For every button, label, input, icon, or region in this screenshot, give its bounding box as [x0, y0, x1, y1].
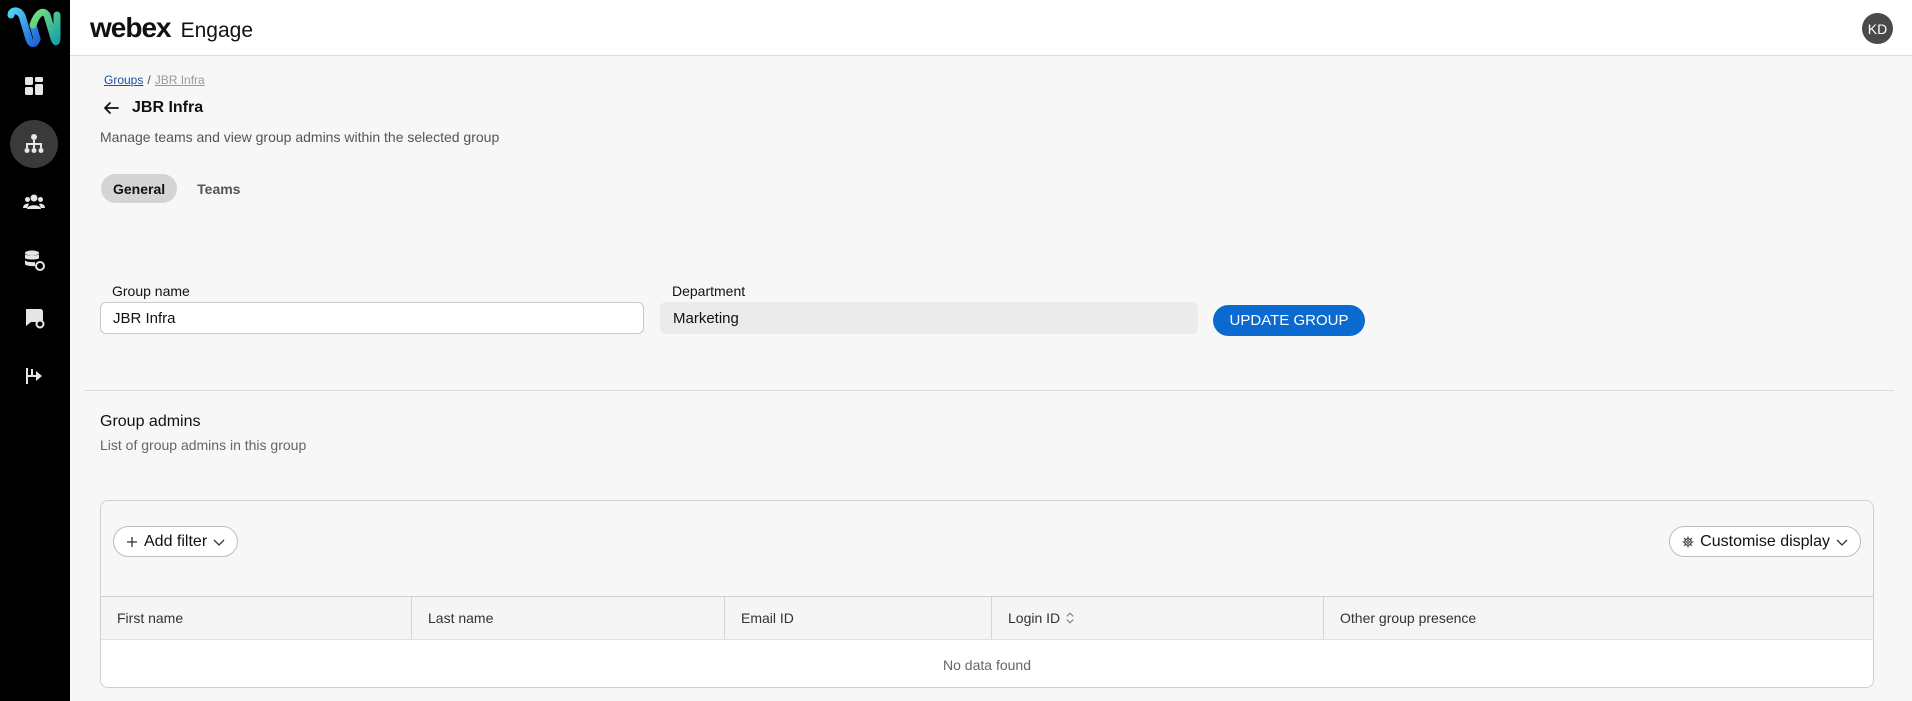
group-name-field[interactable]: JBR Infra	[100, 302, 644, 334]
column-last-name[interactable]: Last name	[412, 597, 725, 639]
empty-state-row: No data found	[101, 640, 1873, 687]
sort-icon[interactable]	[1066, 612, 1074, 624]
group-admins-table: Add filter Customise display First name …	[100, 500, 1874, 688]
groups-hierarchy-icon	[24, 134, 44, 153]
breadcrumb: Groups / JBR Infra	[104, 73, 205, 87]
column-label: Last name	[428, 610, 494, 626]
update-group-button[interactable]: UPDATE GROUP	[1213, 305, 1365, 336]
chevron-down-icon	[1836, 539, 1848, 546]
page-title: JBR Infra	[132, 99, 204, 116]
main-content: Groups / JBR Infra JBR Infra Manage teams …	[70, 57, 1912, 701]
page-subtitle: Manage teams and view group admins withi…	[100, 129, 500, 145]
rail-users[interactable]	[10, 178, 58, 226]
column-label: Login ID	[1008, 610, 1061, 626]
rail-routing[interactable]	[10, 352, 58, 400]
webex-logo-icon[interactable]	[7, 5, 61, 49]
department-field: Marketing	[660, 302, 1198, 334]
breadcrumb-current[interactable]: JBR Infra	[155, 73, 205, 87]
users-icon	[23, 194, 45, 209]
user-avatar[interactable]: KD	[1862, 13, 1893, 44]
column-label: First name	[117, 610, 184, 626]
column-label: Other group presence	[1340, 610, 1477, 626]
column-email-id[interactable]: Email ID	[725, 597, 992, 639]
tab-bar: General Teams	[101, 174, 252, 203]
breadcrumb-groups-link[interactable]: Groups	[104, 73, 143, 87]
section-divider	[84, 390, 1894, 391]
rail-data[interactable]	[10, 236, 58, 284]
customise-display-label: Customise display	[1700, 532, 1830, 550]
table-header: First name Last name Email ID Login ID O…	[101, 596, 1873, 640]
gear-icon	[1682, 536, 1694, 547]
brand: webex Engage	[90, 12, 253, 44]
rail-chat[interactable]	[10, 294, 58, 342]
routing-icon	[26, 368, 42, 384]
add-filter-label: Add filter	[144, 532, 208, 550]
add-filter-button[interactable]: Add filter	[113, 526, 239, 557]
back-arrow-icon[interactable]	[100, 97, 122, 119]
rail-groups[interactable]	[10, 120, 58, 168]
product-name: Engage	[180, 19, 254, 42]
dashboard-icon	[25, 77, 43, 95]
column-other-group-presence[interactable]: Other group presence	[1324, 597, 1873, 639]
column-login-id[interactable]: Login ID	[992, 597, 1324, 639]
group-admins-subtitle: List of group admins in this group	[100, 437, 307, 453]
plus-icon	[127, 536, 137, 547]
chat-settings-icon	[26, 309, 45, 329]
tab-teams[interactable]: Teams	[185, 174, 252, 203]
breadcrumb-separator: /	[147, 73, 151, 87]
top-header: webex Engage KD	[70, 0, 1912, 56]
tab-general[interactable]: General	[101, 174, 178, 203]
chevron-down-icon	[213, 539, 225, 546]
page-title-row: JBR Infra	[100, 97, 203, 119]
column-first-name[interactable]: First name	[101, 597, 412, 639]
group-admins-title: Group admins	[100, 413, 201, 430]
rail-dashboard[interactable]	[10, 62, 58, 110]
left-nav-rail	[0, 0, 70, 701]
group-name-label: Group name	[112, 283, 190, 299]
database-settings-icon	[25, 250, 45, 271]
column-label: Email ID	[741, 610, 794, 626]
brand-name: webex	[90, 12, 172, 43]
department-label: Department	[672, 283, 746, 299]
customise-display-button[interactable]: Customise display	[1669, 526, 1861, 557]
